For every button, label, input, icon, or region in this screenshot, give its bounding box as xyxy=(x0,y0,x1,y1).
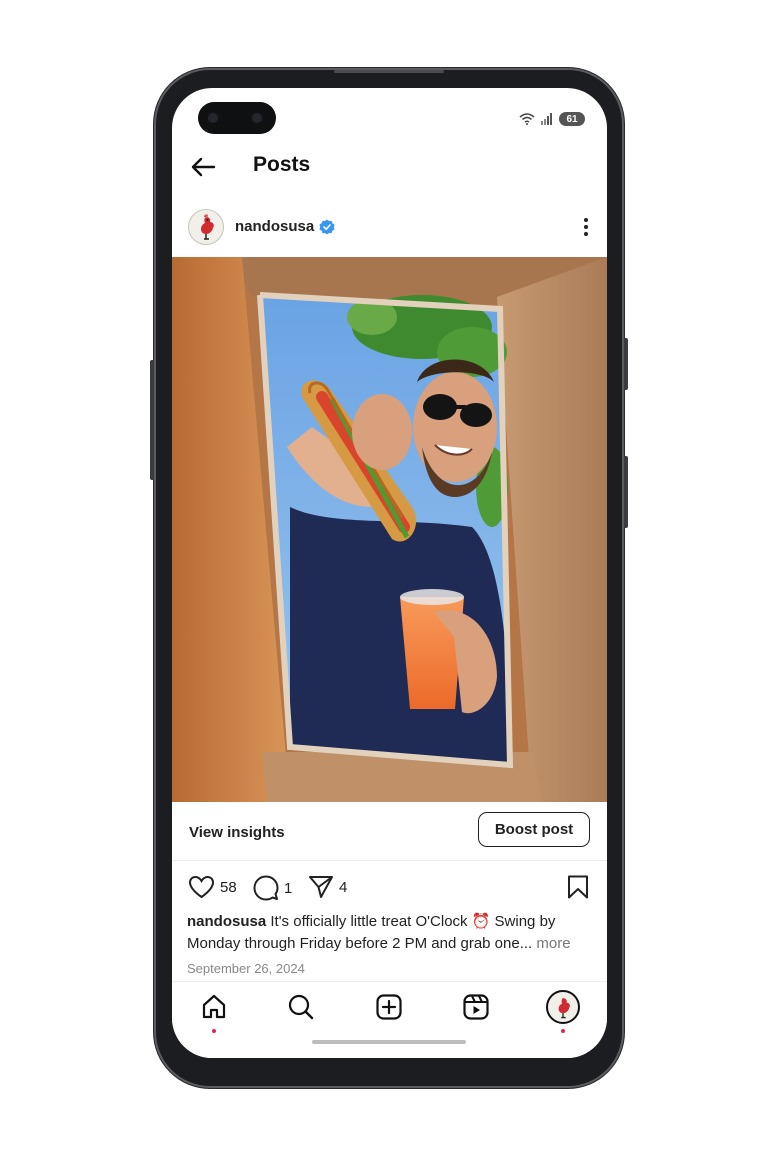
nav-create[interactable] xyxy=(372,990,406,1024)
nav-reels[interactable] xyxy=(459,990,493,1024)
like-count: 58 xyxy=(220,878,237,896)
caption-more-link[interactable]: more xyxy=(536,935,570,952)
username[interactable]: nandosusa xyxy=(235,218,314,235)
bottom-nav xyxy=(172,981,607,1058)
phone-screen: 61 Posts nandosusa View insights Boost p… xyxy=(172,88,607,1058)
arrow-left-icon xyxy=(191,157,216,177)
nav-home[interactable] xyxy=(197,990,231,1033)
post-caption: nandosusa It's officially little treat O… xyxy=(187,911,591,955)
notification-dot xyxy=(212,1029,216,1033)
home-indicator xyxy=(312,1040,466,1044)
profile-avatar xyxy=(546,990,580,1024)
boost-post-button[interactable]: Boost post xyxy=(478,812,590,847)
bookmark-icon xyxy=(568,875,588,899)
avatar[interactable] xyxy=(188,209,224,245)
more-options-button[interactable] xyxy=(583,217,589,242)
more-vertical-icon xyxy=(584,218,588,236)
caption-username[interactable]: nandosusa xyxy=(187,913,266,930)
share-button[interactable]: 4 xyxy=(308,875,347,899)
post-actions: 58 1 4 xyxy=(172,871,607,901)
notification-dot xyxy=(561,1029,565,1033)
page-title: Posts xyxy=(253,153,311,176)
send-icon xyxy=(309,876,333,898)
view-insights-link[interactable]: View insights xyxy=(189,824,285,841)
phone-side-button xyxy=(624,456,628,528)
insights-row: View insights Boost post xyxy=(172,802,607,861)
signal-icon xyxy=(541,113,552,125)
search-icon xyxy=(288,994,314,1020)
nav-profile[interactable] xyxy=(546,990,580,1033)
camera-lens xyxy=(250,111,264,125)
comment-icon xyxy=(253,875,279,901)
rooster-logo xyxy=(201,213,214,240)
create-icon xyxy=(376,994,402,1020)
comment-button[interactable]: 1 xyxy=(253,875,292,901)
reels-icon xyxy=(463,994,489,1020)
post-photo-illustration xyxy=(172,257,607,802)
phone-side-button xyxy=(150,360,154,480)
phone-side-button xyxy=(624,338,628,390)
nav-search[interactable] xyxy=(284,990,318,1024)
save-button[interactable] xyxy=(567,875,589,899)
camera-cutout xyxy=(198,102,276,134)
phone-speaker-grille xyxy=(334,70,444,73)
share-count: 4 xyxy=(339,878,348,896)
battery-indicator: 61 xyxy=(559,112,585,126)
back-button[interactable] xyxy=(188,152,218,187)
home-icon xyxy=(202,994,226,1019)
verified-badge-icon xyxy=(319,219,335,235)
top-bar: Posts xyxy=(172,146,607,186)
status-icons: 61 xyxy=(519,112,585,126)
like-button[interactable]: 58 xyxy=(188,875,237,899)
rooster-logo xyxy=(558,998,570,1019)
post-date: September 26, 2024 xyxy=(187,961,305,976)
post-header: nandosusa xyxy=(172,207,607,247)
heart-icon xyxy=(188,875,215,899)
comment-count: 1 xyxy=(284,879,293,897)
camera-lens xyxy=(206,111,220,125)
wifi-icon xyxy=(519,113,535,125)
post-image[interactable] xyxy=(172,257,607,802)
